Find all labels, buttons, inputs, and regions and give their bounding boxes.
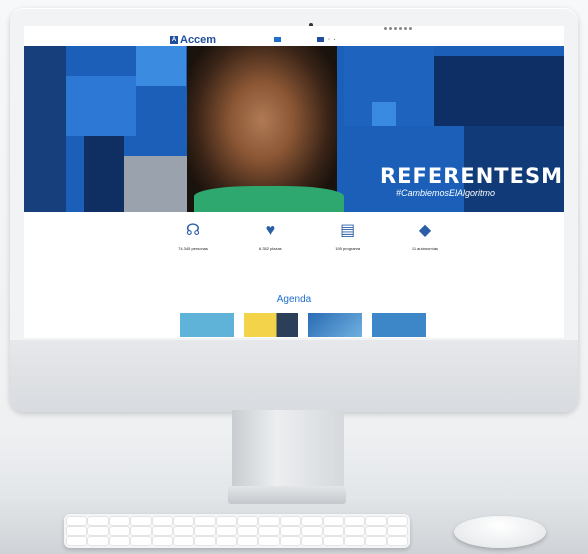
stat-number: 6.352 plazas [258,246,282,251]
agenda-title: Agenda [276,294,312,305]
document-icon: ▤ [340,222,356,239]
stat-number: 74.345 personas [178,246,208,251]
site-header: A Accem ⚲ ● [24,26,564,46]
hero-title: REFERENTESM [380,164,563,188]
site-logo[interactable]: A Accem [170,34,216,46]
language-icon[interactable]: ● [334,38,335,41]
agenda-card[interactable] [180,313,234,337]
monitor-chin [10,340,578,412]
social-icon[interactable] [384,27,387,30]
agenda-card[interactable] [244,313,298,337]
hero-block [372,102,396,126]
hero-block [434,56,564,126]
people-icon: ☊ [185,222,201,239]
nav-item[interactable] [285,38,286,41]
stat-item: ▤ 195 programa [319,222,377,253]
hero-block [124,156,194,212]
main-nav: ⚲ ● [274,37,335,42]
monitor-stand-foot [228,486,346,504]
hero-banner[interactable]: REFERENTESM #CambiemosElAlgoritmo [24,46,564,212]
social-icon[interactable] [409,27,412,30]
social-icon[interactable] [404,27,407,30]
keyboard [64,514,410,548]
social-icon[interactable] [399,27,402,30]
monitor-stand-neck [232,410,344,488]
stats-row: ☊ 74.345 personas ♥ 6.352 plazas ▤ 195 p… [164,222,454,253]
stat-item: ♥ 6.352 plazas [241,222,299,253]
logo-mark-icon: A [170,36,178,44]
agenda-card[interactable] [372,313,426,337]
stat-item: ◆ 11 autonomías [396,222,454,253]
nav-item[interactable] [306,38,307,41]
agenda-cards [180,313,426,337]
nav-item[interactable] [290,38,291,41]
map-spain-icon: ◆ [418,222,432,239]
screen: A Accem ⚲ ● REFERENTESM #CambiemosElAlgo… [24,26,564,338]
search-icon[interactable]: ⚲ [328,38,330,41]
stat-item: ☊ 74.345 personas [164,222,222,253]
hero-portrait-shirt [194,186,344,212]
nav-item[interactable] [311,38,312,41]
social-icon[interactable] [394,27,397,30]
nav-item[interactable] [301,38,302,41]
social-icons [384,27,412,30]
nav-pill-button[interactable] [316,37,325,42]
hero-hashtag: #CambiemosElAlgoritmo [396,188,496,198]
hands-heart-icon: ♥ [265,222,276,239]
mouse [454,516,546,548]
hero-block [24,46,66,212]
stat-number: 11 autonomías [411,246,439,251]
stat-number: 195 programa [335,246,361,251]
logo-text: Accem [180,34,217,46]
hero-block [66,76,136,136]
nav-item[interactable] [295,38,296,41]
social-icon[interactable] [389,27,392,30]
nav-item[interactable] [274,37,281,42]
hero-block [136,46,186,86]
agenda-card[interactable] [308,313,362,337]
hero-block [84,136,124,212]
